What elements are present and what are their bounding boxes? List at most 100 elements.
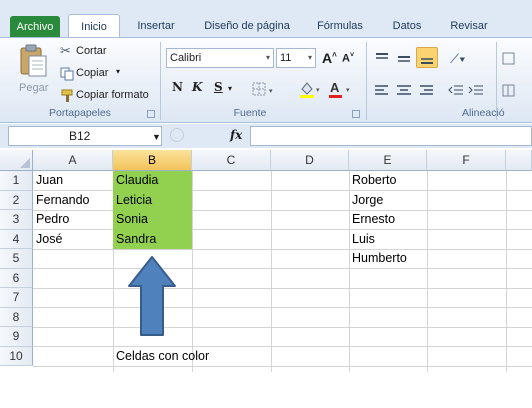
- tab-insertar[interactable]: Insertar: [124, 14, 188, 38]
- paste-icon: [20, 44, 47, 77]
- cell-b3[interactable]: Sonia: [113, 210, 192, 230]
- scissors-icon: ✂: [60, 43, 71, 58]
- merge-cells-icon[interactable]: [502, 84, 516, 98]
- gridline: [33, 346, 532, 347]
- gridline: [506, 171, 507, 372]
- bold-button[interactable]: N: [172, 80, 183, 94]
- paste-button[interactable]: Pegar: [16, 44, 50, 102]
- tab-formulas[interactable]: Fórmulas: [306, 14, 374, 38]
- row-header-5[interactable]: 5: [0, 249, 33, 269]
- align-center-icon[interactable]: [396, 84, 412, 98]
- cell-e4[interactable]: Luis: [349, 230, 427, 250]
- cut-button[interactable]: ✂ Cortar: [58, 43, 118, 60]
- gridline: [427, 171, 428, 372]
- tab-inicio[interactable]: Inicio: [68, 14, 120, 38]
- clipboard-launcher-icon[interactable]: [147, 110, 155, 118]
- orientation-icon[interactable]: ⟋▾: [450, 51, 465, 67]
- cell-a1[interactable]: Juan: [33, 171, 113, 191]
- gridline: [192, 171, 193, 372]
- align-bottom-icon: [421, 58, 433, 64]
- gridline: [271, 171, 272, 372]
- cell-b2[interactable]: Leticia: [113, 190, 192, 210]
- font-family-select[interactable]: Calibri ▾: [166, 48, 274, 68]
- shrink-font-icon[interactable]: A˅: [342, 52, 354, 65]
- format-painter-button[interactable]: Copiar formato: [58, 88, 158, 104]
- row-header-10[interactable]: 10: [0, 346, 33, 366]
- column-header-c[interactable]: C: [192, 150, 271, 171]
- formula-bar: B12 ▼ fx: [0, 124, 532, 148]
- fill-color-icon[interactable]: ▾: [298, 80, 324, 98]
- gridline: [33, 326, 532, 328]
- worksheet-grid[interactable]: A B C D E F 1 2 3 4 5 6 7 8 9 10 Juan Fe…: [0, 150, 532, 372]
- paste-label: Pegar: [19, 82, 49, 94]
- svg-text:▾: ▾: [316, 87, 320, 94]
- cell-e1[interactable]: Roberto: [349, 171, 427, 191]
- cell-b1[interactable]: Claudia: [113, 171, 192, 191]
- tab-datos[interactable]: Datos: [378, 14, 436, 38]
- gridline: [33, 287, 532, 289]
- row-header-7[interactable]: 7: [0, 288, 33, 308]
- column-header-g[interactable]: [506, 150, 532, 171]
- ribbon-tab-bar: Archivo Inicio Insertar Diseño de página…: [0, 0, 532, 38]
- borders-icon[interactable]: ▾: [252, 82, 276, 98]
- group-separator: [160, 42, 161, 120]
- formula-input[interactable]: [250, 126, 532, 146]
- group-separator: [496, 42, 497, 120]
- alignment-group-label: Alineació: [462, 107, 505, 119]
- copy-button[interactable]: Copiar ▾: [58, 66, 130, 82]
- tab-revisar[interactable]: Revisar: [440, 14, 498, 38]
- wrap-text-icon[interactable]: [502, 52, 516, 66]
- font-size-select[interactable]: 11 ▾: [276, 48, 316, 68]
- column-header-b[interactable]: B: [113, 150, 192, 171]
- tab-archivo[interactable]: Archivo: [10, 16, 60, 38]
- align-left-icon[interactable]: [374, 84, 390, 98]
- font-color-icon[interactable]: A ▾: [328, 80, 354, 98]
- up-arrow-icon: [128, 256, 176, 336]
- cell-b10[interactable]: Celdas con color: [113, 347, 273, 367]
- svg-text:▾: ▾: [346, 87, 350, 94]
- row-header-2[interactable]: 2: [0, 190, 33, 210]
- underline-button[interactable]: S: [214, 80, 223, 94]
- cell-a4[interactable]: José: [33, 230, 113, 250]
- cell-b4[interactable]: Sandra: [113, 229, 192, 249]
- copy-dropdown-icon[interactable]: ▾: [116, 67, 120, 76]
- chevron-down-icon[interactable]: ▼: [152, 132, 161, 142]
- cell-e3[interactable]: Ernesto: [349, 210, 427, 230]
- tab-diseno-pagina[interactable]: Diseño de página: [192, 14, 302, 38]
- column-header-e[interactable]: E: [349, 150, 427, 171]
- cell-e2[interactable]: Jorge: [349, 191, 427, 211]
- grow-font-icon[interactable]: A˄: [322, 50, 337, 66]
- row-header-3[interactable]: 3: [0, 210, 33, 230]
- row-header-6[interactable]: 6: [0, 268, 33, 288]
- name-box[interactable]: B12: [8, 126, 162, 146]
- underline-dropdown-icon[interactable]: ▾: [228, 84, 232, 93]
- row-header-8[interactable]: 8: [0, 307, 33, 327]
- row-header-1[interactable]: 1: [0, 171, 33, 191]
- cut-label: Cortar: [76, 45, 107, 57]
- decrease-indent-icon[interactable]: [448, 84, 464, 98]
- align-middle-icon[interactable]: [396, 52, 412, 66]
- increase-indent-icon[interactable]: [468, 84, 484, 98]
- column-header-f[interactable]: F: [427, 150, 506, 171]
- row-header-9[interactable]: 9: [0, 327, 33, 347]
- cell-a3[interactable]: Pedro: [33, 210, 113, 230]
- copy-icon: [60, 67, 74, 81]
- font-family-value: Calibri: [170, 52, 202, 64]
- formula-bar-resize-icon[interactable]: [170, 128, 184, 142]
- select-all-button[interactable]: [0, 150, 33, 171]
- align-right-icon[interactable]: [418, 84, 434, 98]
- align-bottom-button[interactable]: [416, 47, 438, 68]
- column-header-a[interactable]: A: [33, 150, 113, 171]
- cell-e5[interactable]: Humberto: [349, 249, 427, 269]
- column-header-d[interactable]: D: [271, 150, 349, 171]
- svg-text:▾: ▾: [269, 88, 273, 95]
- font-launcher-icon[interactable]: [352, 110, 360, 118]
- name-box-value: B12: [69, 129, 91, 143]
- italic-button[interactable]: K: [192, 80, 202, 94]
- cell-a2[interactable]: Fernando: [33, 191, 113, 211]
- ribbon: Pegar ✂ Cortar Copiar ▾ Copiar formato P…: [0, 37, 532, 123]
- row-header-4[interactable]: 4: [0, 229, 33, 249]
- svg-text:A: A: [330, 80, 340, 95]
- align-top-icon[interactable]: [374, 52, 390, 66]
- insert-function-icon[interactable]: fx: [230, 128, 242, 142]
